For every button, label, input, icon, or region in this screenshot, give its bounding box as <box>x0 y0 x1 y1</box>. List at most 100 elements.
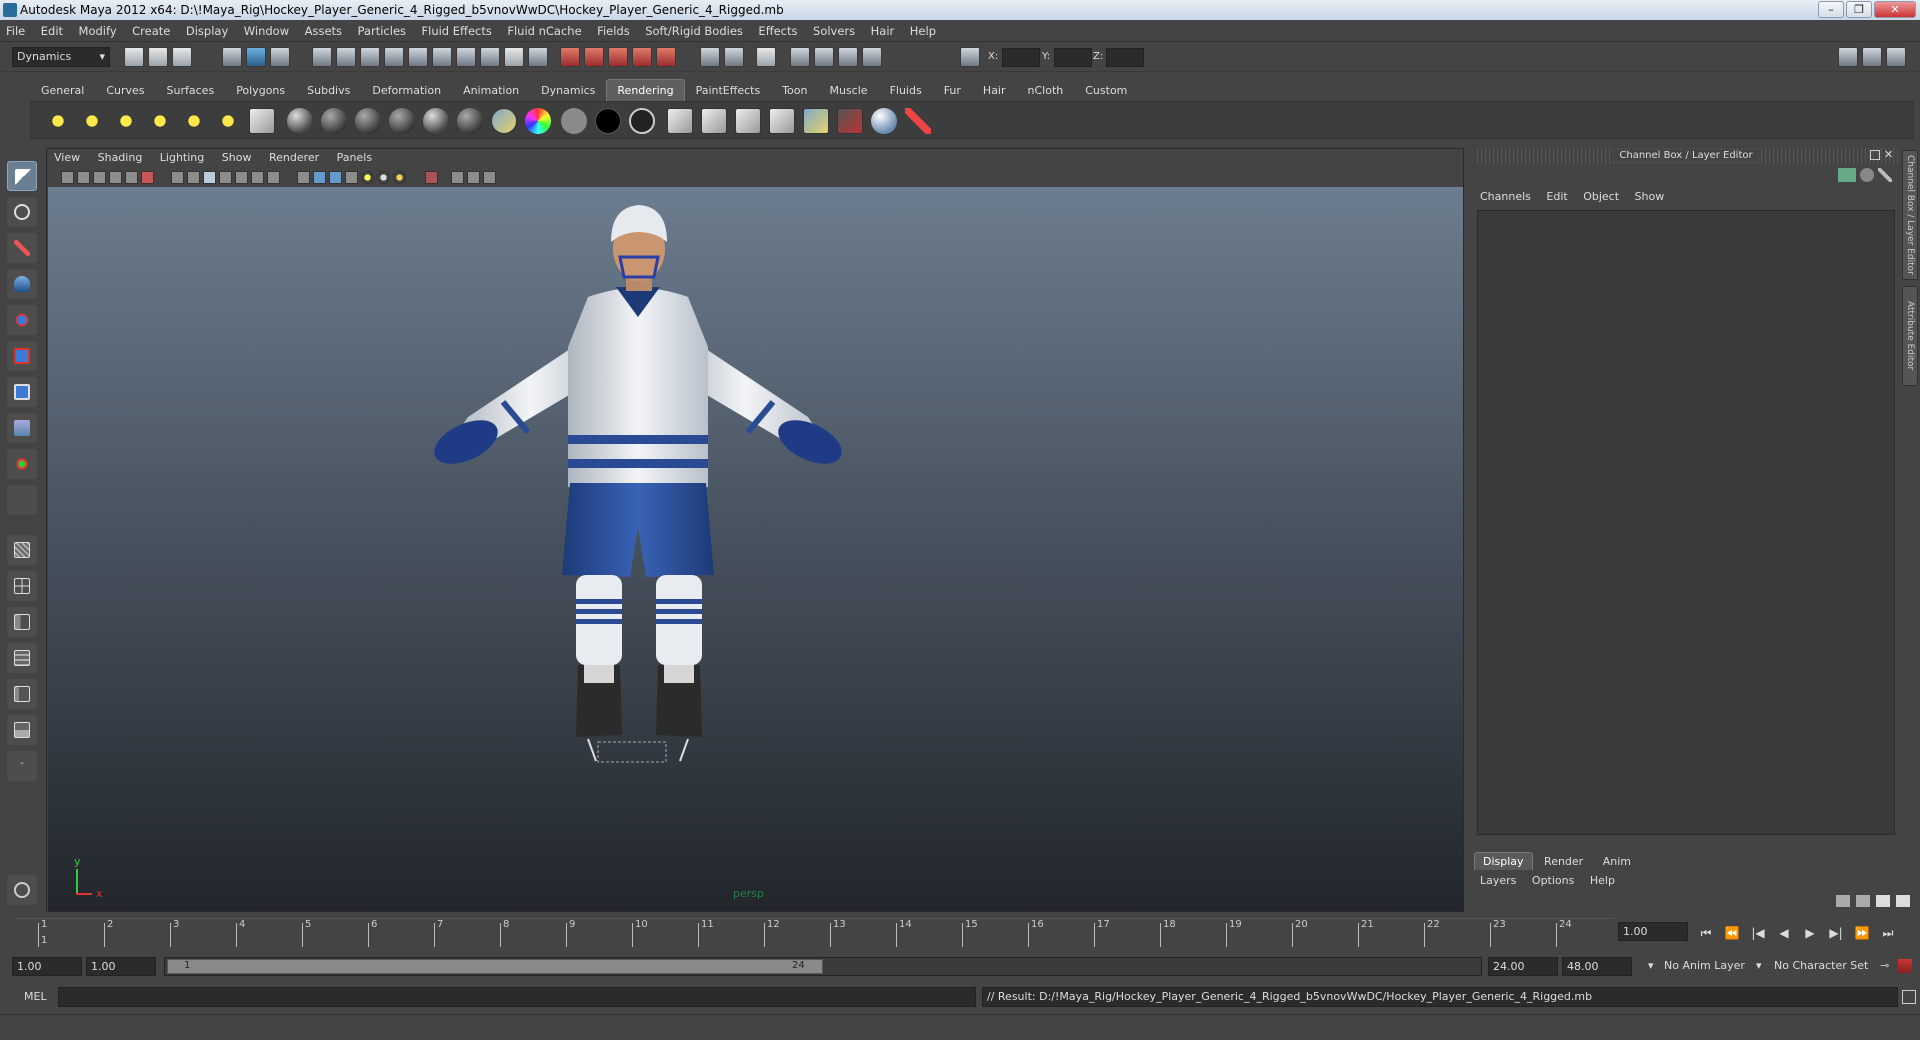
use-background-icon[interactable] <box>595 108 621 134</box>
make-live-icon[interactable] <box>656 47 676 67</box>
shelf-tab-rendering[interactable]: Rendering <box>606 79 685 101</box>
playback-start-field[interactable]: 1.00 <box>86 957 156 976</box>
blinn-shader-icon[interactable] <box>321 108 347 134</box>
menu-fluid-effects[interactable]: Fluid Effects <box>416 20 498 42</box>
x-field[interactable] <box>1002 48 1040 67</box>
shelf-tab-painteffects[interactable]: PaintEffects <box>685 79 772 102</box>
move-tool-button[interactable] <box>7 269 37 299</box>
layer-menu-help[interactable]: Help <box>1584 872 1621 890</box>
hypershade-icon[interactable] <box>862 47 882 67</box>
menu-soft-rigid-bodies[interactable]: Soft/Rigid Bodies <box>639 20 749 42</box>
default-lighting-icon[interactable] <box>297 171 310 184</box>
render-settings-shelf-icon[interactable] <box>837 108 863 134</box>
animation-start-field[interactable]: 1.00 <box>12 957 82 976</box>
manipulator-tool-button[interactable] <box>7 377 37 407</box>
menu-window[interactable]: Window <box>238 20 295 42</box>
wireframe-on-shaded-icon[interactable] <box>203 171 216 184</box>
play-backwards-button[interactable]: ◀ <box>1774 922 1794 944</box>
field-chart-icon[interactable] <box>467 171 480 184</box>
render-current-frame-icon[interactable] <box>667 108 693 134</box>
speed-icon[interactable] <box>1860 168 1874 182</box>
range-slider[interactable]: 1 24 <box>164 957 1482 976</box>
cb-menu-show[interactable]: Show <box>1629 188 1671 206</box>
open-scene-icon[interactable] <box>148 47 168 67</box>
select-misc-icon[interactable] <box>480 47 500 67</box>
shelf-tab-muscle[interactable]: Muscle <box>818 79 878 102</box>
move-layer-down-icon[interactable] <box>1856 895 1870 907</box>
select-camera-icon[interactable] <box>61 171 74 184</box>
layer-menu-layers[interactable]: Layers <box>1474 872 1522 890</box>
go-to-end-button[interactable]: ⏭ <box>1878 922 1898 944</box>
snap-view-plane-icon[interactable] <box>632 47 652 67</box>
menu-modify[interactable]: Modify <box>73 20 123 42</box>
menu-solvers[interactable]: Solvers <box>807 20 861 42</box>
time-slider[interactable]: 1 2 3 4 5 6 7 8 9 10 11 12 13 14 15 16 17 18 19 20 21 22 23 24 1 <box>14 918 1614 952</box>
select-dynamics-icon[interactable] <box>432 47 452 67</box>
command-language-label[interactable]: MEL <box>24 990 47 1003</box>
select-rendering-icon[interactable] <box>456 47 476 67</box>
render-settings-icon[interactable] <box>838 47 858 67</box>
step-forward-key-button[interactable]: ⏩ <box>1852 922 1872 944</box>
render-layer-icon[interactable] <box>249 108 275 134</box>
snap-point-icon[interactable] <box>608 47 628 67</box>
cb-menu-edit[interactable]: Edit <box>1540 188 1573 206</box>
area-light-icon[interactable] <box>181 108 207 134</box>
all-lights-icon[interactable] <box>313 171 326 184</box>
shelf-tab-fluids[interactable]: Fluids <box>879 79 933 102</box>
play-forwards-button[interactable]: ▶ <box>1800 922 1820 944</box>
output-ops-icon[interactable] <box>724 47 744 67</box>
shelf-tab-surfaces[interactable]: Surfaces <box>156 79 226 102</box>
viewport-menu-show[interactable]: Show <box>215 149 259 167</box>
select-curves-icon[interactable] <box>360 47 380 67</box>
history-icon[interactable] <box>756 47 776 67</box>
safe-action-icon[interactable] <box>483 171 496 184</box>
viewport-menu-shading[interactable]: Shading <box>91 149 150 167</box>
step-back-key-button[interactable]: ⏪ <box>1722 922 1742 944</box>
menu-help[interactable]: Help <box>904 20 942 42</box>
phong-shader-icon[interactable] <box>389 108 415 134</box>
hypershade-layout-button[interactable] <box>7 679 37 709</box>
viewport-menu-panels[interactable]: Panels <box>330 149 379 167</box>
input-ops-icon[interactable] <box>700 47 720 67</box>
close-panel-icon[interactable]: ✕ <box>1884 148 1893 161</box>
lock-selection-icon[interactable] <box>504 47 524 67</box>
close-button[interactable]: ✕ <box>1874 1 1916 18</box>
anisotropic-shader-icon[interactable] <box>287 108 313 134</box>
sync-icon[interactable] <box>1838 168 1856 182</box>
new-scene-icon[interactable] <box>124 47 144 67</box>
y-field[interactable] <box>1054 48 1092 67</box>
show-tool-settings-icon[interactable] <box>1862 47 1882 67</box>
surface-shader-icon[interactable] <box>561 108 587 134</box>
graph-editor-layout-button[interactable] <box>7 643 37 673</box>
phonge-shader-icon[interactable] <box>423 108 449 134</box>
batch-render-icon[interactable] <box>735 108 761 134</box>
shelf-tab-fur[interactable]: Fur <box>933 79 972 102</box>
save-scene-icon[interactable] <box>172 47 192 67</box>
smooth-shade-icon[interactable] <box>187 171 200 184</box>
gate-mask-icon[interactable] <box>451 171 464 184</box>
film-gate-icon[interactable] <box>141 171 154 184</box>
playback-end-field[interactable]: 24.00 <box>1488 957 1558 976</box>
last-tool-button[interactable] <box>7 449 37 479</box>
render-frame-icon[interactable] <box>790 47 810 67</box>
image-plane-icon[interactable] <box>109 171 122 184</box>
side-tab-attribute-editor[interactable]: Attribute Editor <box>1902 286 1918 386</box>
snap-curve-icon[interactable] <box>584 47 604 67</box>
select-component-icon[interactable] <box>270 47 290 67</box>
isolate-select-icon[interactable] <box>267 171 280 184</box>
layout-menu-button[interactable]: - <box>7 751 37 781</box>
resolution-gate-icon[interactable] <box>425 171 438 184</box>
select-handles-icon[interactable] <box>312 47 332 67</box>
paint-select-tool-button[interactable] <box>7 233 37 263</box>
menu-edit[interactable]: Edit <box>35 20 69 42</box>
lambert-shader-icon[interactable] <box>355 108 381 134</box>
key-icon[interactable]: ⊸ <box>1880 959 1889 972</box>
move-layer-up-icon[interactable] <box>1836 895 1850 907</box>
current-time-field[interactable]: 1.00 <box>1618 922 1688 941</box>
maximize-button[interactable]: ❐ <box>1846 1 1872 18</box>
shelf-tab-animation[interactable]: Animation <box>452 79 530 102</box>
menu-display[interactable]: Display <box>180 20 234 42</box>
menu-fields[interactable]: Fields <box>591 20 636 42</box>
render-view-icon[interactable] <box>769 108 795 134</box>
select-deformations-icon[interactable] <box>408 47 428 67</box>
